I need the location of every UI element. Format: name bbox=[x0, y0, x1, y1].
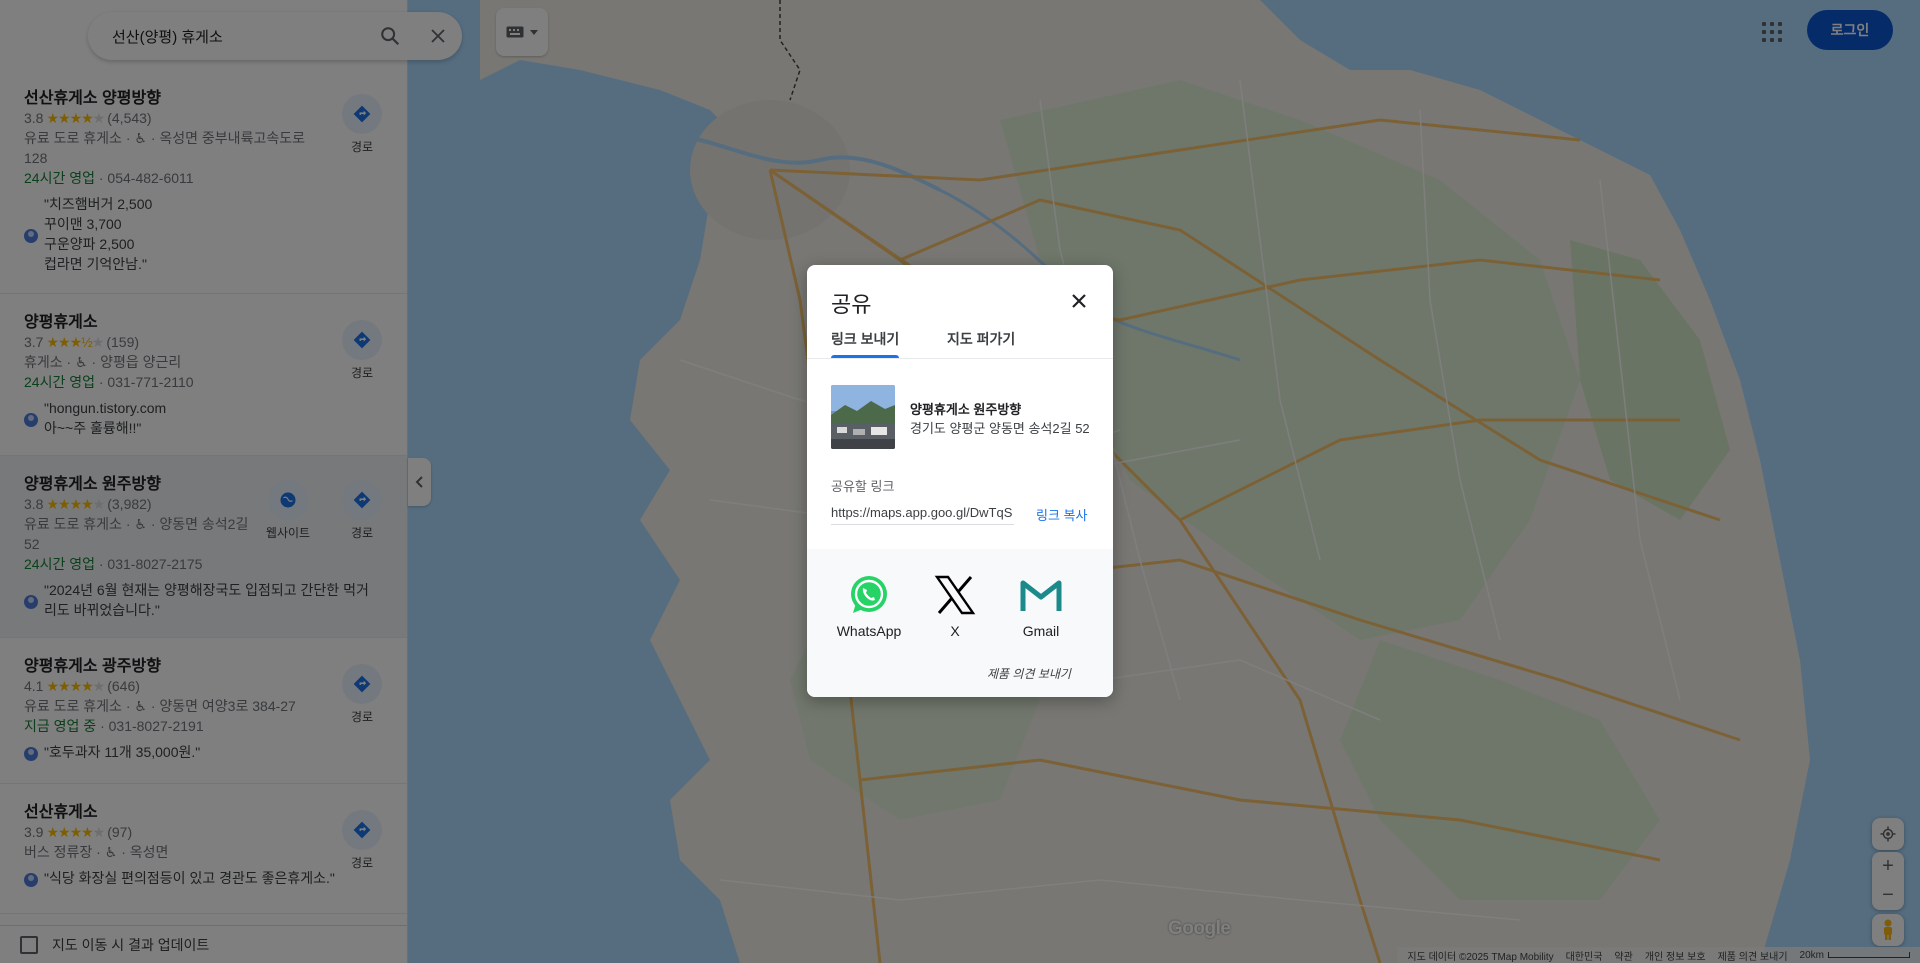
share-link-field[interactable] bbox=[831, 501, 1014, 525]
share-link-label: 공유할 링크 bbox=[831, 479, 895, 494]
send-feedback-link[interactable]: 제품 의견 보내기 bbox=[987, 665, 1071, 682]
dialog-title: 공유 bbox=[831, 292, 872, 317]
share-gmail-button[interactable]: Gmail bbox=[1003, 573, 1079, 639]
gmail-icon bbox=[1019, 573, 1063, 617]
tab-send-link[interactable]: 링크 보내기 bbox=[831, 329, 899, 349]
share-targets: WhatsApp X Gmail 제품 의견 보내기 bbox=[807, 549, 1113, 697]
share-dialog: 공유 링크 보내기 지도 퍼가기 양평휴게소 원주방향 경기도 양평군 양동면 … bbox=[807, 265, 1113, 697]
tab-embed-map[interactable]: 지도 퍼가기 bbox=[947, 329, 1015, 349]
copy-link-button[interactable]: 링크 복사 bbox=[1036, 505, 1087, 524]
close-icon[interactable] bbox=[1067, 289, 1091, 313]
place-name: 양평휴게소 원주방향 bbox=[910, 402, 1022, 417]
place-thumbnail bbox=[831, 385, 895, 449]
place-address: 경기도 양평군 양동면 송석2길 52 bbox=[910, 421, 1090, 436]
share-x-button[interactable]: X bbox=[917, 573, 993, 639]
x-logo-icon bbox=[933, 573, 977, 617]
tab-divider bbox=[807, 358, 1113, 359]
whatsapp-icon bbox=[847, 573, 891, 617]
share-whatsapp-button[interactable]: WhatsApp bbox=[831, 573, 907, 639]
